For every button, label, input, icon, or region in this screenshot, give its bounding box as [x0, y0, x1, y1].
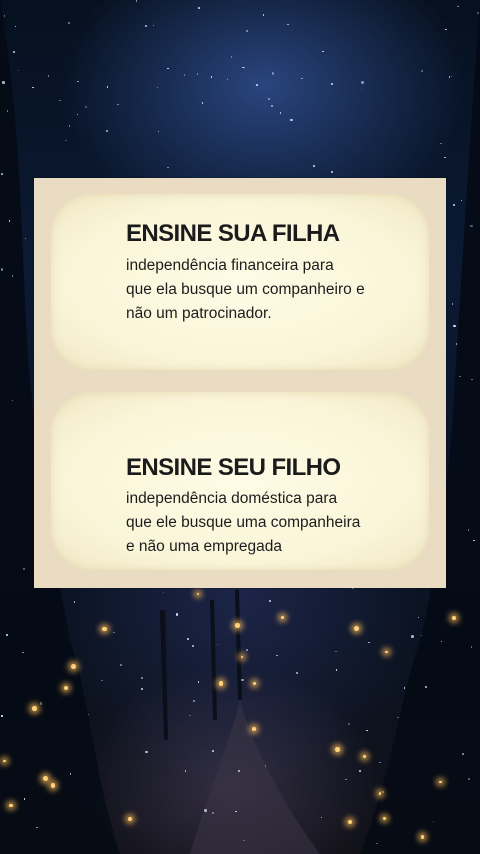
firefly [452, 616, 457, 620]
star [445, 28, 447, 31]
star [183, 74, 186, 76]
star [345, 778, 347, 781]
firefly [51, 783, 56, 788]
star [348, 723, 350, 725]
star [141, 677, 143, 679]
star [113, 631, 115, 634]
daughter-card-title: ENSINE SUA FILHA [126, 220, 340, 247]
star [212, 812, 214, 814]
star [204, 809, 207, 812]
star [1, 173, 3, 175]
firefly [70, 663, 76, 669]
star [167, 166, 169, 169]
star [359, 770, 361, 772]
star [167, 67, 169, 70]
star [313, 165, 315, 167]
daughter-card: ENSINE SUA FILHA independência financeir… [51, 194, 429, 370]
star [411, 635, 414, 638]
star [175, 613, 179, 616]
son-text-line: que ele busque uma companheira [126, 514, 361, 531]
star [453, 204, 455, 206]
star [467, 529, 470, 531]
firefly [32, 706, 37, 711]
firefly [281, 616, 284, 619]
star [376, 842, 378, 845]
star [421, 70, 423, 72]
star [241, 678, 244, 682]
firefly [42, 775, 48, 781]
star [440, 142, 442, 145]
star [477, 12, 479, 14]
star [197, 681, 200, 683]
daughter-text-line: independência financeira para [126, 257, 334, 274]
star [256, 84, 258, 86]
star [135, 0, 138, 2]
firefly [218, 681, 224, 686]
star [11, 275, 14, 277]
firefly [439, 780, 442, 784]
star [1, 715, 3, 717]
son-card-text: independência doméstica para que ele bus… [126, 487, 396, 559]
firefly [102, 626, 107, 631]
star [271, 105, 273, 107]
star [22, 567, 26, 571]
star [106, 130, 108, 132]
star [331, 83, 333, 85]
star [39, 702, 43, 705]
firefly [420, 835, 425, 839]
star [192, 645, 194, 647]
firefly [196, 592, 199, 596]
star [361, 81, 364, 84]
star [13, 51, 15, 53]
star [262, 14, 265, 16]
star [451, 303, 454, 305]
daughter-text-line: não um patrocinador. [126, 305, 272, 322]
daughter-text-line: que ela busque um companheiro e [126, 281, 365, 298]
star [246, 649, 248, 651]
star [68, 22, 70, 24]
son-card-title: ENSINE SEU FILHO [126, 454, 341, 481]
star [287, 23, 289, 26]
star [331, 171, 333, 173]
star [468, 778, 470, 780]
star [238, 770, 240, 772]
star [6, 634, 8, 636]
firefly [385, 650, 388, 654]
firefly [354, 625, 359, 631]
son-text-line: e não uma empregada [126, 538, 282, 555]
star [184, 770, 187, 772]
star [141, 688, 143, 690]
firefly [252, 681, 257, 685]
star [187, 638, 189, 640]
star [264, 765, 266, 767]
star [271, 72, 275, 75]
star [368, 641, 370, 644]
star [76, 113, 79, 116]
star [366, 729, 368, 732]
son-text-line: independência doméstica para [126, 490, 338, 507]
star [145, 750, 148, 754]
star [120, 664, 122, 666]
firefly [235, 623, 240, 628]
star [47, 75, 50, 77]
daughter-card-text: independência financeira para que ela bu… [126, 254, 396, 326]
star [201, 102, 203, 104]
star [198, 7, 200, 9]
star [462, 753, 464, 755]
firefly [335, 747, 340, 753]
star [3, 15, 6, 17]
star [276, 654, 278, 657]
son-card: ENSINE SEU FILHO independência doméstica… [51, 392, 429, 570]
star [268, 98, 270, 100]
star [77, 80, 79, 83]
message-frame: ENSINE SUA FILHA independência financeir… [34, 178, 446, 588]
star [145, 25, 147, 27]
star [269, 600, 271, 602]
star [470, 646, 473, 648]
star [212, 750, 214, 752]
star [2, 81, 5, 84]
firefly [9, 803, 13, 808]
